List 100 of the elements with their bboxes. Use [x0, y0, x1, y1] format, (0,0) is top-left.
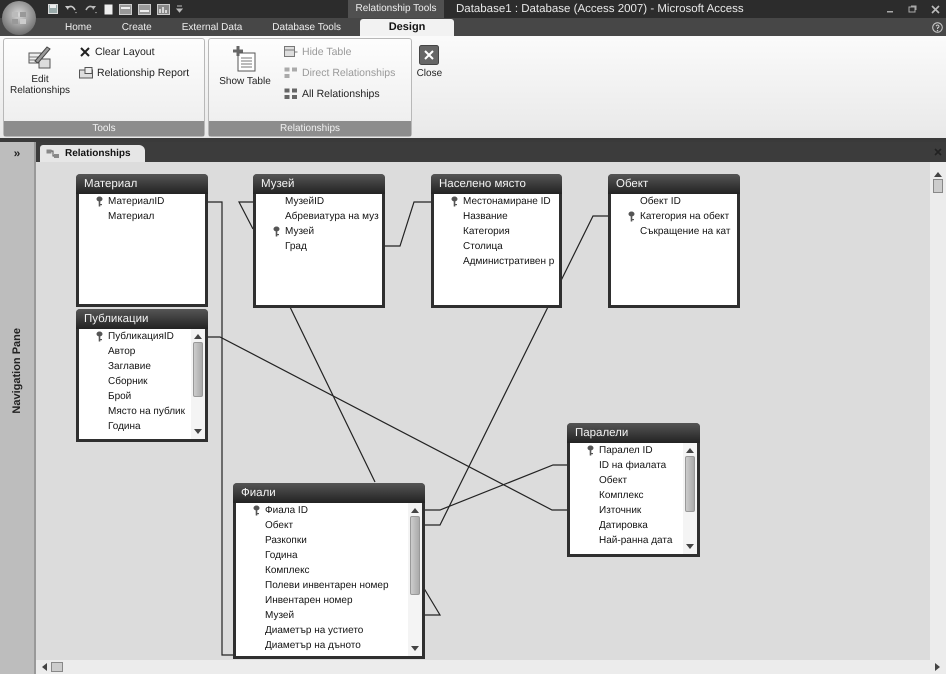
help-icon[interactable]: [932, 22, 943, 32]
table-title: Населено място: [431, 174, 562, 194]
table-window[interactable]: Материал МатериалID Материал: [76, 174, 208, 307]
scroll-down-icon[interactable]: [411, 646, 419, 651]
field-name[interactable]: Комплекс: [599, 490, 644, 501]
field-name[interactable]: Автор: [108, 346, 136, 357]
table-title: Материал: [76, 174, 208, 194]
field-name[interactable]: ПубликацияID: [108, 331, 174, 342]
scroll-up-icon[interactable]: [411, 508, 419, 513]
form-icon[interactable]: [138, 4, 151, 14]
field-name[interactable]: Инвентарен номер: [265, 595, 353, 606]
ribbon-tab[interactable]: Create: [106, 19, 167, 36]
table-window[interactable]: Музей МузейID Абревиатура на муз Музей Град: [253, 174, 385, 308]
field-name[interactable]: Музей: [285, 226, 314, 237]
scroll-up-icon[interactable]: [934, 172, 942, 177]
field-name[interactable]: Комплекс: [265, 565, 310, 576]
field-name[interactable]: Полеви инвентарен номер: [265, 580, 389, 591]
table-title: Паралели: [567, 423, 700, 443]
scroll-up-icon[interactable]: [686, 448, 694, 453]
dropdown-icon[interactable]: [176, 5, 183, 13]
field-name[interactable]: Паралел ID: [599, 445, 653, 456]
scroll-right-icon[interactable]: [935, 663, 940, 671]
ribbon-button[interactable]: Close: [401, 41, 458, 119]
table-title: Публикации: [76, 309, 208, 329]
table-window[interactable]: Населено място Местонамиране ID Название Категория Столица Административен р: [431, 174, 562, 308]
field-name[interactable]: Датировка: [599, 520, 648, 531]
ribbon-tab[interactable]: Design: [360, 19, 454, 36]
document-icon[interactable]: [104, 4, 113, 14]
scroll-left-icon[interactable]: [42, 663, 47, 671]
table-window[interactable]: Обект Обект ID Категория на обект Съкращение на кат: [608, 174, 740, 308]
ribbon-tab[interactable]: Database Tools: [257, 19, 356, 36]
scroll-down-icon[interactable]: [686, 544, 694, 549]
horizontal-scrollbar[interactable]: [36, 660, 946, 674]
redo-icon[interactable]: [84, 4, 98, 14]
field-name[interactable]: Разкопки: [265, 535, 307, 546]
ribbon-tab[interactable]: External Data: [166, 19, 258, 36]
ribbon-button[interactable]: All Relationships: [282, 85, 398, 103]
scroll-thumb[interactable]: [933, 179, 943, 193]
close-icon: [419, 45, 440, 65]
ribbon-button[interactable]: Clear Layout: [77, 43, 192, 61]
chart-icon[interactable]: [157, 4, 170, 14]
field-name[interactable]: Название: [463, 211, 508, 222]
field-name[interactable]: Диаметър на дъното: [265, 640, 361, 651]
vertical-scrollbar[interactable]: [930, 162, 946, 660]
field-name[interactable]: Най-ранна дата: [599, 535, 672, 546]
field-name[interactable]: Административен р: [463, 256, 554, 267]
form-icon[interactable]: [119, 4, 132, 14]
field-name[interactable]: Източник: [599, 505, 642, 516]
pane-toggle[interactable]: »: [14, 146, 20, 160]
table-title: Обект: [608, 174, 740, 194]
scroll-down-icon[interactable]: [194, 429, 202, 434]
document-tab[interactable]: Relationships: [40, 145, 145, 162]
pencil-table-icon: [27, 45, 53, 71]
field-name[interactable]: Диаметър на устието: [265, 625, 364, 636]
ribbon-button[interactable]: Relationship Report: [77, 64, 192, 82]
scrollbar[interactable]: [191, 329, 205, 439]
table-window[interactable]: Паралели Паралел ID ID на фиалата Обект Комплекс Източник Датировка Най-ранна дата: [567, 423, 700, 557]
field-name[interactable]: Категория: [463, 226, 510, 237]
field-name[interactable]: Място на публик: [108, 406, 186, 417]
field-name[interactable]: МатериалID: [108, 196, 164, 207]
field-name[interactable]: Обект: [265, 520, 294, 531]
table-window[interactable]: Публикации ПубликацияID Автор Заглавие Сборник Брой Място на публик Година: [76, 309, 208, 442]
field-name[interactable]: Сборник: [108, 376, 148, 387]
scroll-up-icon[interactable]: [194, 334, 202, 339]
field-name[interactable]: Съкращение на кат: [640, 226, 730, 237]
field-name[interactable]: Година: [108, 421, 141, 432]
field-name[interactable]: Обект ID: [640, 196, 681, 207]
scrollbar[interactable]: [408, 503, 422, 656]
field-name[interactable]: Материал: [108, 211, 154, 222]
contextual-tab-label: Relationship Tools: [348, 0, 444, 18]
scroll-thumb[interactable]: [51, 662, 63, 672]
field-name[interactable]: Заглавие: [108, 361, 151, 372]
undo-icon[interactable]: [64, 4, 78, 14]
field-name[interactable]: МузейID: [285, 196, 324, 207]
field-name[interactable]: Столица: [463, 241, 503, 252]
navigation-pane-label[interactable]: Navigation Pane: [11, 328, 23, 414]
relationships-icon: [46, 148, 60, 158]
table-window[interactable]: Фиали Фиала ID Обект Разкопки Година Комплекс Полеви инвентарен номер Инвентарен номер Музей Диаметър на устието Диаметър на дъното: [233, 483, 425, 659]
ribbon-tab[interactable]: Home: [50, 19, 107, 36]
scrollbar[interactable]: [683, 443, 697, 554]
field-name[interactable]: ID на фиалата: [599, 460, 666, 471]
field-name[interactable]: Година: [265, 550, 298, 561]
relationship-line: [238, 201, 254, 230]
field-name[interactable]: Брой: [108, 391, 132, 402]
field-name[interactable]: Град: [285, 241, 307, 252]
restore-icon[interactable]: [908, 5, 917, 13]
grid-logo-icon: [11, 10, 27, 26]
field-name[interactable]: Абревиатура на муз: [285, 211, 379, 222]
field-name[interactable]: Обект: [599, 475, 628, 486]
group-label: Tools: [4, 121, 204, 136]
table-title: Фиали: [233, 483, 425, 503]
ribbon-button[interactable]: Edit Relationships: [7, 41, 73, 119]
field-name[interactable]: Категория на обект: [640, 211, 730, 222]
grid-icon: [284, 88, 298, 100]
field-name[interactable]: Местонамиране ID: [463, 196, 551, 207]
field-name[interactable]: Музей: [265, 610, 294, 621]
close-icon[interactable]: [931, 4, 940, 14]
field-name[interactable]: Фиала ID: [265, 505, 308, 516]
ribbon-button[interactable]: Show Table: [212, 41, 278, 119]
table-icon: [284, 46, 298, 58]
